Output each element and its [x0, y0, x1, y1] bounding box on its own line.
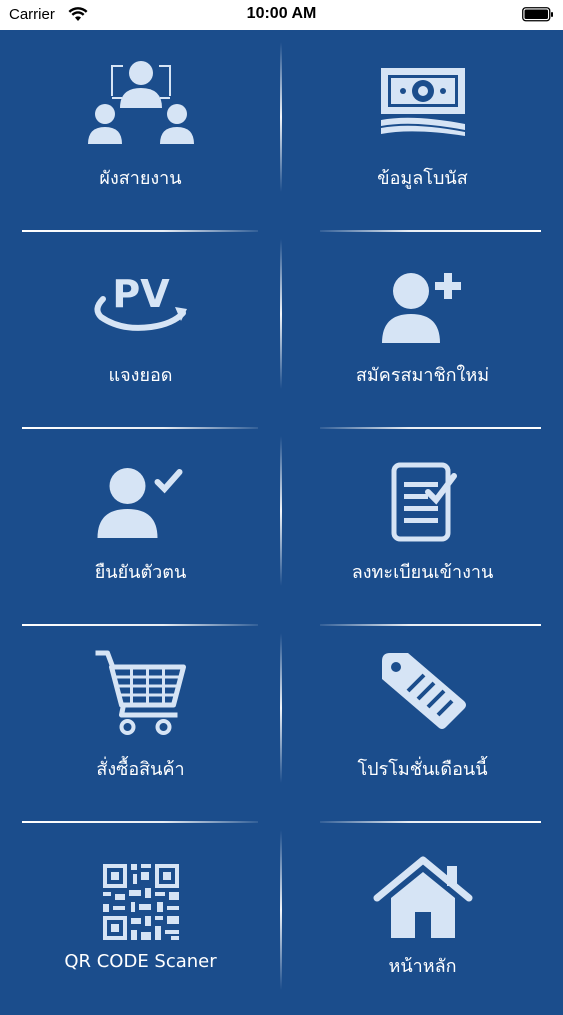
- qr-code-icon: [101, 862, 181, 946]
- svg-text:PV: PV: [112, 272, 170, 316]
- row-divider: [22, 624, 258, 626]
- money-icon: [373, 64, 473, 140]
- menu-grid: ผังสายงาน ข้อมูลโบนัส PV แจงยอด สมัครสมา…: [0, 30, 563, 1000]
- verify-user-icon: [93, 464, 188, 544]
- battery-icon: [522, 7, 554, 22]
- column-divider: [280, 436, 282, 586]
- org-chart-icon: [86, 58, 196, 152]
- menu-item-label: ลงทะเบียนเข้างาน: [351, 562, 494, 583]
- column-divider: [280, 633, 282, 783]
- column-divider: [280, 239, 282, 389]
- status-bar: Carrier 10:00 AM: [0, 0, 563, 30]
- menu-item-monthly-promotion[interactable]: โปรโมชั่นเดือนนี้: [282, 621, 563, 818]
- column-divider: [280, 42, 282, 192]
- menu-item-label: สมัครสมาชิกใหม่: [355, 365, 490, 386]
- menu-item-qr-scanner[interactable]: QR CODE Scaner: [0, 818, 281, 1015]
- menu-item-label: ข้อมูลโบนัส: [377, 168, 468, 189]
- menu-item-label: แจงยอด: [108, 365, 173, 386]
- menu-item-org-chart[interactable]: ผังสายงาน: [0, 30, 281, 227]
- menu-item-home[interactable]: หน้าหลัก: [282, 818, 563, 1015]
- menu-item-check-in[interactable]: ลงทะเบียนเข้างาน: [282, 424, 563, 621]
- menu-item-label: ผังสายงาน: [99, 168, 182, 189]
- menu-item-report[interactable]: PV แจงยอด: [0, 227, 281, 424]
- home-icon: [373, 856, 473, 944]
- row-divider: [22, 821, 258, 823]
- row-divider: [22, 427, 258, 429]
- row-divider: [320, 427, 541, 429]
- clock-time: 10:00 AM: [246, 5, 317, 22]
- menu-item-register-member[interactable]: สมัครสมาชิกใหม่: [282, 227, 563, 424]
- column-divider: [280, 830, 282, 990]
- row-divider: [22, 230, 258, 232]
- menu-item-label: QR CODE Scaner: [64, 951, 217, 972]
- menu-item-bonus-info[interactable]: ข้อมูลโบนัส: [282, 30, 563, 227]
- menu-item-label: หน้าหลัก: [388, 956, 457, 977]
- add-user-icon: [378, 269, 468, 349]
- menu-item-order-products[interactable]: สั่งซื้อสินค้า: [0, 621, 281, 818]
- row-divider: [320, 821, 541, 823]
- pv-rotate-icon: PV: [91, 269, 191, 343]
- price-tag-icon: [378, 651, 468, 735]
- menu-item-label: โปรโมชั่นเดือนนี้: [357, 759, 488, 780]
- row-divider: [320, 624, 541, 626]
- menu-item-verify-identity[interactable]: ยืนยันตัวตน: [0, 424, 281, 621]
- checklist-document-icon: [388, 462, 458, 546]
- row-divider: [320, 230, 541, 232]
- shopping-cart-icon: [93, 647, 188, 739]
- menu-item-label: สั่งซื้อสินค้า: [96, 759, 185, 780]
- menu-item-label: ยืนยันตัวตน: [94, 562, 187, 583]
